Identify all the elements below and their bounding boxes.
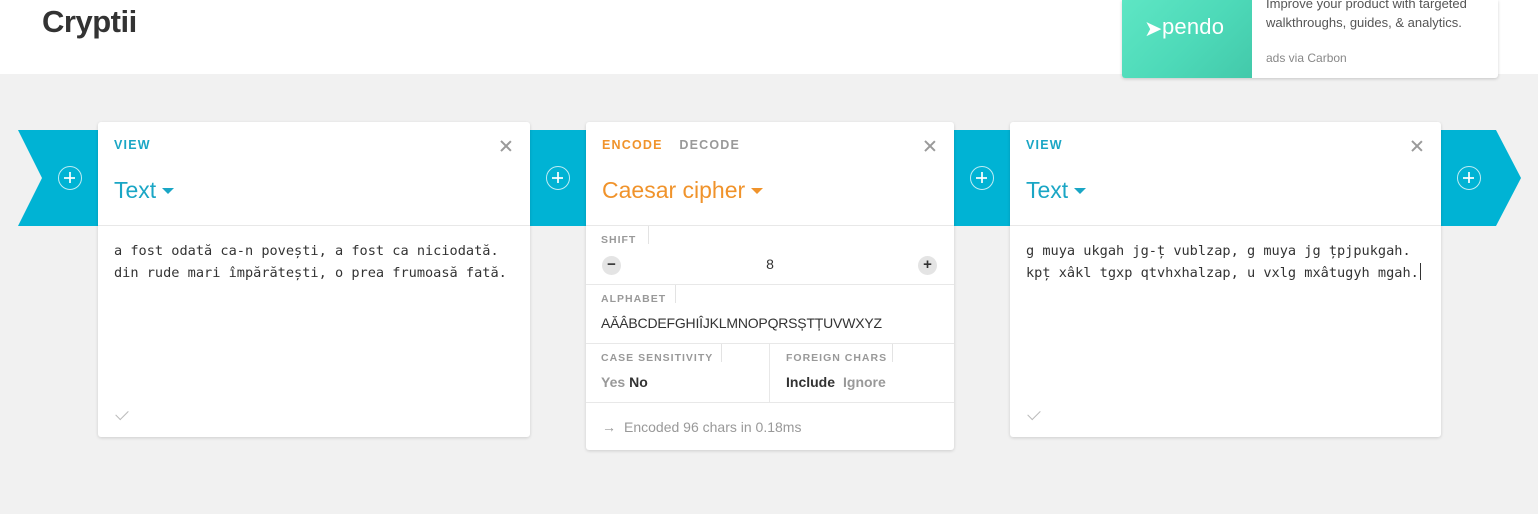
foreign-chars-toggle[interactable]: Include Ignore [786, 374, 886, 390]
right-text-viewer: VIEW Text g muya ukgah jg-ț vublzap, g m… [1010, 122, 1441, 437]
shift-increment-button[interactable]: + [918, 256, 937, 275]
app-logo[interactable]: Cryptii [42, 4, 137, 40]
viewer-type-select[interactable]: Text [1026, 177, 1087, 204]
encoder-header: ENCODE DECODE Caesar cipher [586, 122, 954, 226]
pendo-mark-icon: ➤ [1144, 16, 1163, 41]
alphabet-input[interactable]: AĂÂBCDEFGHIÎJKLMNOPQRSȘTȚUVWXYZ [601, 315, 882, 331]
encoder-type-select[interactable]: Caesar cipher [602, 177, 764, 204]
status-text: Encoded 96 chars in 0.18ms [624, 419, 802, 435]
encoder-title: Caesar cipher [602, 177, 746, 203]
chevron-down-icon [751, 188, 764, 194]
foreign-option-ignore[interactable]: Ignore [843, 374, 886, 390]
foreign-chars-label: FOREIGN CHARS [786, 352, 888, 364]
viewer-header: VIEW Text [1010, 122, 1441, 226]
chevron-down-icon [162, 188, 175, 194]
foreign-option-include[interactable]: Include [786, 374, 835, 390]
label-divider [892, 344, 893, 362]
label-divider [648, 226, 649, 244]
tab-view[interactable]: VIEW [114, 138, 151, 152]
check-icon [1027, 406, 1041, 421]
case-sensitivity-label: CASE SENSITIVITY [601, 352, 714, 364]
ciphertext-textarea[interactable]: g muya ukgah jg-ț vublzap, g muya jg țpj… [1026, 240, 1428, 285]
close-icon[interactable] [498, 138, 514, 154]
settings-divider [769, 344, 770, 402]
pipeline-end-arrow [1440, 130, 1521, 226]
viewer-header: VIEW Text [98, 122, 530, 226]
ad-brand-name: pendo [1162, 14, 1225, 39]
tab-encode[interactable]: ENCODE [602, 138, 663, 152]
chevron-down-icon [1074, 188, 1087, 194]
ad-text[interactable]: Improve your product with targeted walkt… [1266, 0, 1486, 32]
alphabet-setting: ALPHABET AĂÂBCDEFGHIÎJKLMNOPQRSȘTȚUVWXYZ [586, 285, 954, 344]
tab-decode[interactable]: DECODE [679, 138, 740, 152]
arrow-right-icon: → [602, 419, 616, 435]
ciphertext-content: g muya ukgah jg-ț vublzap, g muya jg țpj… [1026, 243, 1419, 282]
case-option-no[interactable]: No [629, 374, 648, 390]
encoder-status-bar: → Encoded 96 chars in 0.18ms [586, 403, 954, 451]
case-option-yes[interactable]: Yes [601, 374, 625, 390]
add-brick-button-end[interactable] [1457, 166, 1481, 190]
label-divider [675, 285, 676, 303]
shift-label: SHIFT [601, 234, 637, 246]
add-brick-button-1[interactable] [546, 166, 570, 190]
check-icon [115, 406, 129, 421]
case-and-foreign-settings: CASE SENSITIVITY Yes No FOREIGN CHARS Inc… [586, 344, 954, 403]
carbon-ad[interactable]: ➤ pendo Improve your product with target… [1122, 0, 1498, 78]
ad-logo[interactable]: ➤ pendo [1122, 0, 1252, 78]
case-sensitivity-toggle[interactable]: Yes No [601, 374, 648, 390]
caesar-cipher-encoder: ENCODE DECODE Caesar cipher SHIFT − 8 + … [586, 122, 954, 450]
left-text-viewer: VIEW Text a fost odată ca-n povești, a f… [98, 122, 530, 437]
text-cursor [1419, 263, 1421, 281]
shift-input[interactable]: 8 [586, 256, 954, 272]
tab-view[interactable]: VIEW [1026, 138, 1063, 152]
plaintext-textarea[interactable]: a fost odată ca-n povești, a fost ca nic… [114, 240, 516, 285]
viewer-tabs: VIEW [1026, 138, 1075, 152]
alphabet-label: ALPHABET [601, 293, 667, 305]
encoder-tabs: ENCODE DECODE [602, 138, 752, 152]
close-icon[interactable] [1409, 138, 1425, 154]
label-divider [721, 344, 722, 362]
viewer-title: Text [1026, 177, 1069, 203]
ad-via-link[interactable]: ads via Carbon [1266, 51, 1347, 65]
viewer-tabs: VIEW [114, 138, 163, 152]
viewer-title: Text [114, 177, 157, 203]
add-brick-button-start[interactable] [58, 166, 82, 190]
encoder-status: → Encoded 96 chars in 0.18ms [602, 419, 801, 435]
viewer-type-select[interactable]: Text [114, 177, 175, 204]
add-brick-button-2[interactable] [970, 166, 994, 190]
shift-setting: SHIFT − 8 + [586, 226, 954, 285]
close-icon[interactable] [922, 138, 938, 154]
